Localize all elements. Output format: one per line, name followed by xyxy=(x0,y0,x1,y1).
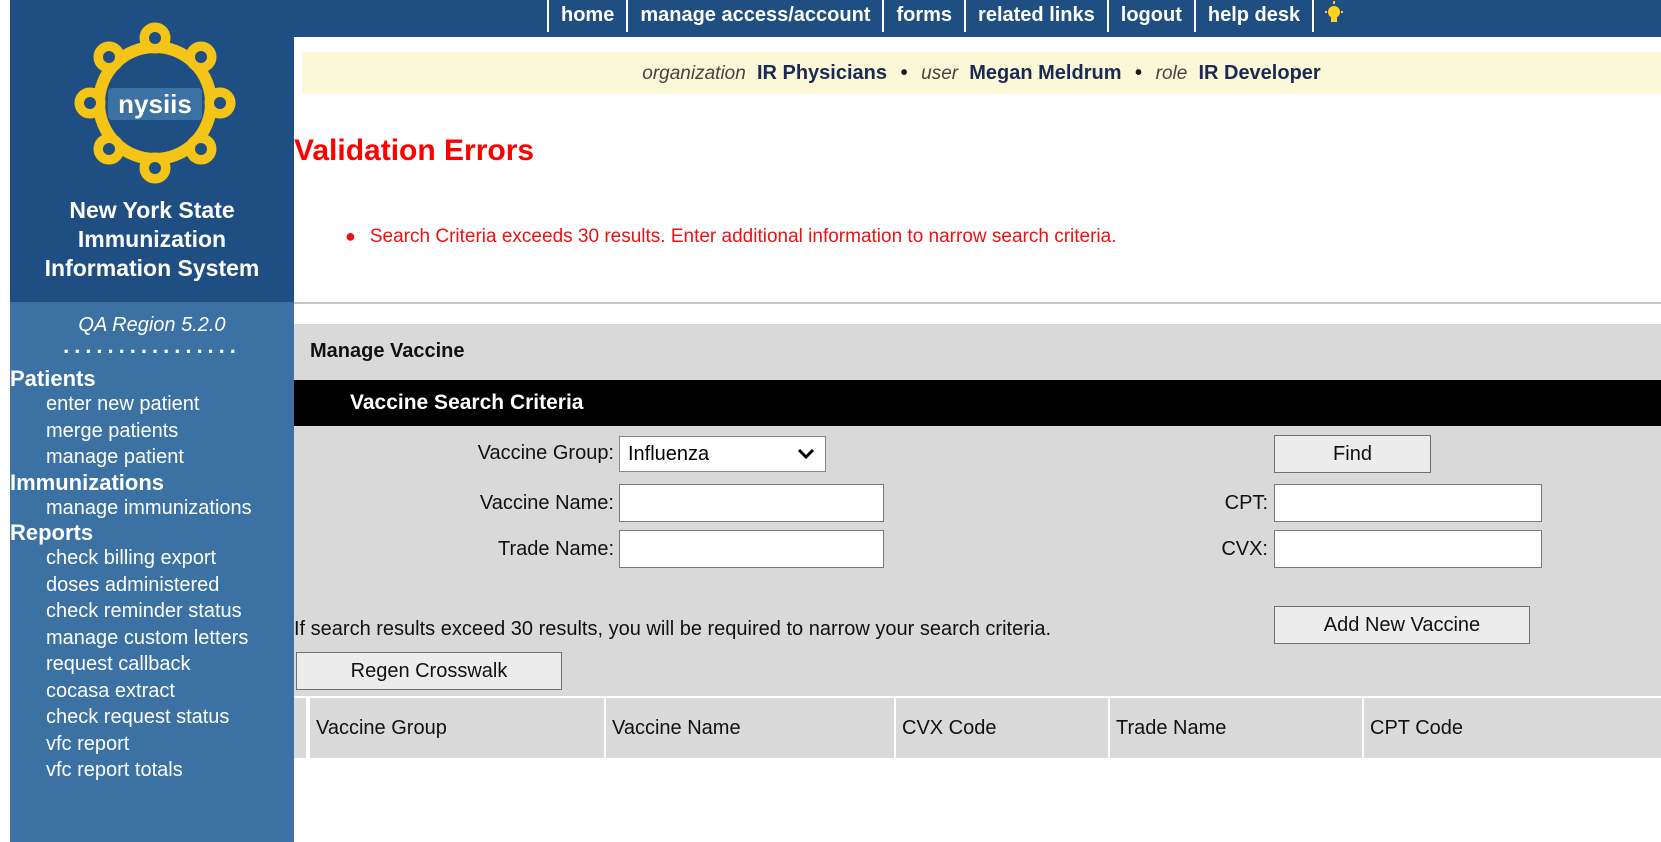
separator: • xyxy=(1135,62,1143,84)
validation-errors-title: Validation Errors xyxy=(294,134,535,167)
column-header-vaccine-group[interactable]: Vaccine Group xyxy=(308,698,604,758)
column-header-cvx-code[interactable]: CVX Code xyxy=(894,698,1108,758)
column-header-cpt-code[interactable]: CPT Code xyxy=(1362,698,1661,758)
add-new-vaccine-button[interactable]: Add New Vaccine xyxy=(1274,606,1530,644)
bullet-icon: ● xyxy=(345,226,356,246)
sidebar-item-check-reminder-status[interactable]: check reminder status xyxy=(10,598,294,625)
system-name: New York State Immunization Information … xyxy=(10,196,294,283)
sidebar-section-reports: Reports check billing export doses admin… xyxy=(10,521,294,784)
sidebar: QA Region 5.2.0 ................ Patient… xyxy=(10,302,294,842)
find-button[interactable]: Find xyxy=(1274,435,1431,473)
user-label: user xyxy=(921,63,959,84)
search-criteria-header: Vaccine Search Criteria xyxy=(294,380,1661,426)
validation-error-text: Search Criteria exceeds 30 results. Ente… xyxy=(369,226,1117,247)
chevron-down-icon xyxy=(797,437,815,482)
sidebar-item-vfc-report[interactable]: vfc report xyxy=(10,731,294,758)
nav-manage-access-account[interactable]: manage access/account xyxy=(626,0,882,32)
sidebar-item-vfc-report-totals[interactable]: vfc report totals xyxy=(10,757,294,784)
results-table-header: Vaccine Group Vaccine Name CVX Code Trad… xyxy=(294,696,1661,758)
vaccine-group-value: Influenza xyxy=(628,443,710,465)
nav-help-desk[interactable]: help desk xyxy=(1193,0,1312,32)
separator: • xyxy=(900,62,908,84)
divider xyxy=(294,302,1661,304)
sidebar-heading-immunizations: Immunizations xyxy=(10,469,165,495)
lightbulb-icon[interactable] xyxy=(1312,0,1354,32)
system-name-line: New York State xyxy=(69,197,235,223)
column-header-trade-name[interactable]: Trade Name xyxy=(1108,698,1362,758)
nav-logout[interactable]: logout xyxy=(1106,0,1194,32)
sidebar-item-manage-immunizations[interactable]: manage immunizations xyxy=(10,495,294,522)
lightbulb-glyph xyxy=(1325,1,1344,22)
regen-crosswalk-button[interactable]: Regen Crosswalk xyxy=(296,652,562,690)
cvx-label: CVX: xyxy=(1221,538,1268,560)
role-value: IR Developer xyxy=(1198,62,1321,84)
nysiis-logo-icon[interactable]: nysiis xyxy=(70,18,240,188)
cpt-label: CPT: xyxy=(1224,492,1268,514)
sidebar-item-enter-new-patient[interactable]: enter new patient xyxy=(10,391,294,418)
trade-name-label: Trade Name: xyxy=(498,538,614,560)
sidebar-section-immunizations: Immunizations manage immunizations xyxy=(10,469,294,522)
sidebar-item-manage-custom-letters[interactable]: manage custom letters xyxy=(10,625,294,652)
sidebar-heading-reports: Reports xyxy=(10,520,94,545)
vaccine-name-label: Vaccine Name: xyxy=(479,492,614,514)
dotted-divider: ................ xyxy=(63,333,241,358)
sidebar-header: nysiis New York State Immunization Infor… xyxy=(10,10,294,302)
trade-name-input[interactable] xyxy=(619,530,884,568)
system-name-line: Information System xyxy=(44,255,260,281)
vaccine-name-input[interactable] xyxy=(619,484,884,522)
logo-text: nysiis xyxy=(118,89,192,119)
system-name-line: Immunization xyxy=(77,226,227,252)
validation-error-item: ● Search Criteria exceeds 30 results. Ent… xyxy=(345,226,1117,248)
nav-related-links[interactable]: related links xyxy=(964,0,1107,32)
search-limit-note: If search results exceed 30 results, you… xyxy=(294,618,1052,640)
sidebar-item-request-callback[interactable]: request callback xyxy=(10,651,294,678)
row-selector-column xyxy=(294,698,308,758)
sidebar-item-manage-patient[interactable]: manage patient xyxy=(10,444,294,471)
vaccine-group-label: Vaccine Group: xyxy=(477,442,614,464)
user-info-bar: organization IR Physicians • user Megan … xyxy=(302,52,1661,94)
sidebar-item-check-request-status[interactable]: check request status xyxy=(10,704,294,731)
role-label: role xyxy=(1155,63,1188,84)
top-nav: home manage access/account forms related… xyxy=(547,0,1354,32)
vaccine-group-select[interactable]: Influenza xyxy=(619,436,826,472)
sidebar-item-merge-patients[interactable]: merge patients xyxy=(10,418,294,445)
panel-title: Manage Vaccine xyxy=(310,340,465,362)
nav-home[interactable]: home xyxy=(547,0,626,32)
organization-value: IR Physicians xyxy=(756,62,887,84)
cvx-input[interactable] xyxy=(1274,530,1542,568)
sidebar-item-doses-administered[interactable]: doses administered xyxy=(10,572,294,599)
column-header-vaccine-name[interactable]: Vaccine Name xyxy=(604,698,894,758)
sidebar-section-patients: Patients enter new patient merge patient… xyxy=(10,367,294,471)
sidebar-item-cocasa-extract[interactable]: cocasa extract xyxy=(10,678,294,705)
nav-forms[interactable]: forms xyxy=(882,0,964,32)
sidebar-item-check-billing-export[interactable]: check billing export xyxy=(10,545,294,572)
organization-label: organization xyxy=(642,63,746,84)
sidebar-heading-patients: Patients xyxy=(10,366,96,391)
user-value: Megan Meldrum xyxy=(969,62,1122,84)
manage-vaccine-panel: Manage Vaccine Vaccine Search Criteria V… xyxy=(294,324,1661,758)
cpt-input[interactable] xyxy=(1274,484,1542,522)
